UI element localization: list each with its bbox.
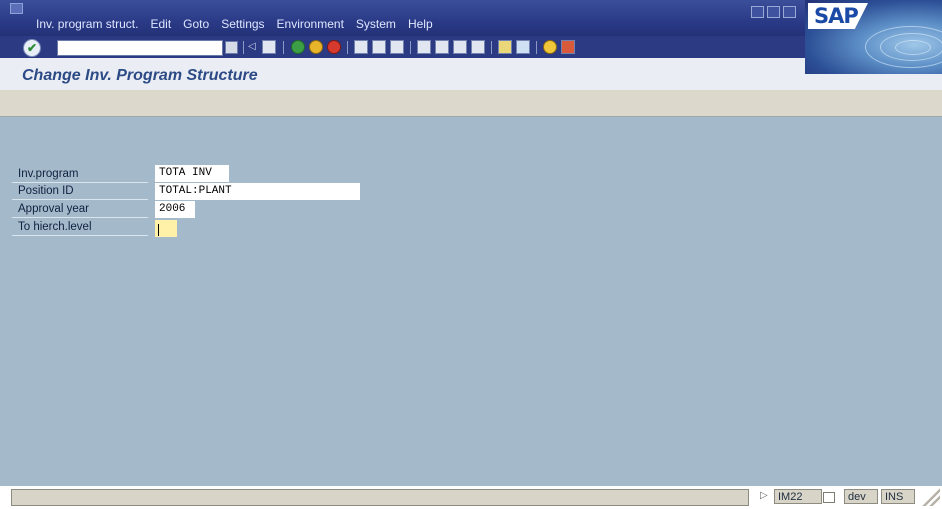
label-position-id: Position ID xyxy=(12,183,148,200)
window-controls xyxy=(751,6,796,18)
toolbar-separator xyxy=(536,41,537,54)
scroll-left-icon[interactable]: ◁ xyxy=(248,40,258,54)
toolbar-separator xyxy=(491,41,492,54)
next-page-icon[interactable] xyxy=(453,40,467,54)
toolbar-separator xyxy=(283,41,284,54)
position-id-field[interactable]: TOTAL:PLANT xyxy=(155,183,360,200)
menu-items: Inv. program struct. Edit Goto Settings … xyxy=(36,17,445,31)
inv-program-field[interactable]: TOTA INV xyxy=(155,165,229,182)
resize-grip-icon[interactable] xyxy=(922,488,940,506)
approval-year-field[interactable]: 2006 xyxy=(155,201,195,218)
check-icon: ✔ xyxy=(26,41,38,55)
status-mode[interactable]: INS xyxy=(881,489,915,504)
layout-icon[interactable] xyxy=(561,40,575,54)
cancel-icon[interactable] xyxy=(327,40,341,54)
previous-page-icon[interactable] xyxy=(435,40,449,54)
command-field[interactable] xyxy=(57,40,223,56)
save-icon[interactable] xyxy=(262,40,276,54)
status-message xyxy=(11,489,749,506)
menu-settings[interactable]: Settings xyxy=(221,17,264,31)
first-page-icon[interactable] xyxy=(417,40,431,54)
status-transaction: IM22 xyxy=(774,489,822,504)
label-approval-year: Approval year xyxy=(12,201,148,218)
menu-edit[interactable]: Edit xyxy=(150,17,171,31)
label-inv-program: Inv.program xyxy=(12,166,148,183)
menu-help[interactable]: Help xyxy=(408,17,433,31)
maximize-icon[interactable] xyxy=(767,6,780,18)
text-cursor xyxy=(158,224,159,236)
menu-goto[interactable]: Goto xyxy=(183,17,209,31)
enter-button[interactable]: ✔ xyxy=(23,39,41,57)
command-history-icon[interactable] xyxy=(225,41,238,54)
minimize-icon[interactable] xyxy=(751,6,764,18)
toolbar-separator xyxy=(410,41,411,54)
page-title: Change Inv. Program Structure xyxy=(22,67,258,84)
print-icon[interactable] xyxy=(354,40,368,54)
menu-inv-program-struct[interactable]: Inv. program struct. xyxy=(36,17,138,31)
expand-status-icon[interactable]: ▷ xyxy=(760,490,768,501)
help-icon[interactable] xyxy=(543,40,557,54)
menu-bar: Inv. program struct. Edit Goto Settings … xyxy=(0,0,942,36)
close-icon[interactable] xyxy=(783,6,796,18)
status-system: dev xyxy=(844,489,878,504)
menu-system[interactable]: System xyxy=(356,17,396,31)
find-next-icon[interactable] xyxy=(390,40,404,54)
menu-environment[interactable]: Environment xyxy=(277,17,344,31)
create-session-icon[interactable] xyxy=(498,40,512,54)
toolbar-separator xyxy=(347,41,348,54)
toolbar-separator xyxy=(243,41,244,54)
system-menu-icon[interactable] xyxy=(10,3,23,14)
title-area-extension xyxy=(805,74,942,90)
back-icon[interactable] xyxy=(291,40,305,54)
sap-logo: SAP xyxy=(808,3,868,29)
last-page-icon[interactable] xyxy=(471,40,485,54)
application-toolbar xyxy=(0,90,942,117)
system-info-icon[interactable] xyxy=(823,492,835,503)
sap-logo-area: SAP xyxy=(805,0,942,74)
shortcut-icon[interactable] xyxy=(516,40,530,54)
exit-icon[interactable] xyxy=(309,40,323,54)
label-to-hierch-level: To hierch.level xyxy=(12,219,148,236)
find-icon[interactable] xyxy=(372,40,386,54)
